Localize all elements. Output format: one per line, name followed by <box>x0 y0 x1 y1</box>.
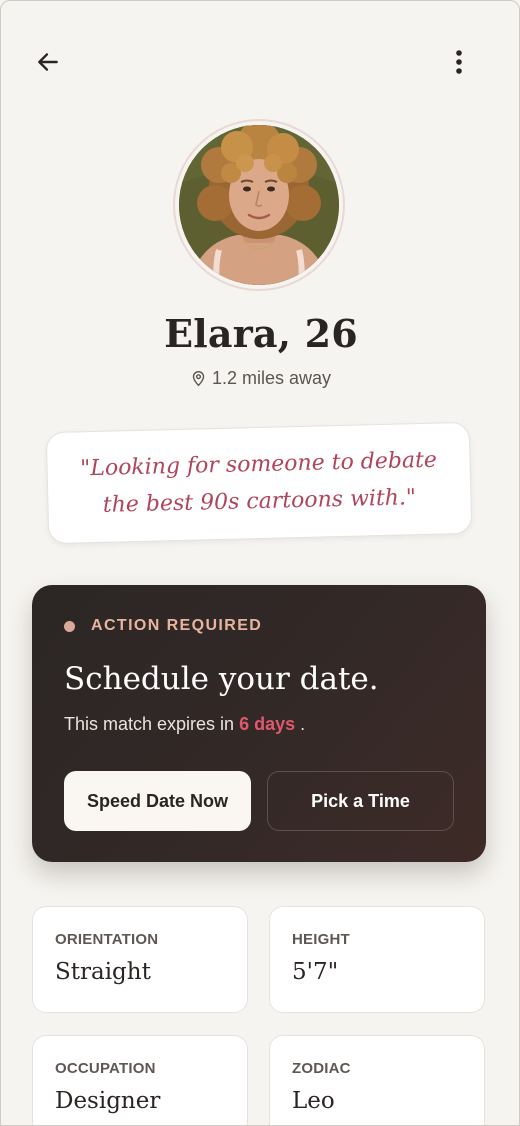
profile-screen: Elara, 26 1.2 miles away "Looking for so… <box>0 0 520 1126</box>
schedule-date-card: ACTION REQUIRED Schedule your date. This… <box>32 585 486 862</box>
expires-suffix: . <box>300 714 306 734</box>
detail-label: ORIENTATION <box>55 931 159 948</box>
more-options-button[interactable] <box>443 45 475 79</box>
action-required-text: ACTION REQUIRED <box>91 617 263 634</box>
expires-days: 6 days <box>239 714 296 734</box>
bio-quote-card: "Looking for someone to debate the best … <box>45 421 473 545</box>
detail-value: Designer <box>55 1088 161 1114</box>
detail-value: Leo <box>292 1088 335 1114</box>
detail-value: Straight <box>55 959 151 985</box>
action-required-label: ACTION REQUIRED <box>64 617 262 635</box>
avatar-ring <box>173 119 345 291</box>
distance-row: 1.2 miles away <box>1 368 519 389</box>
distance-text: 1.2 miles away <box>211 368 332 388</box>
speed-date-now-button[interactable]: Speed Date Now <box>64 771 251 831</box>
back-button[interactable] <box>31 45 65 79</box>
pick-a-time-button[interactable]: Pick a Time <box>267 771 454 831</box>
detail-card-height: HEIGHT 5'7" <box>269 906 485 1013</box>
more-vertical-icon <box>456 50 462 74</box>
avatar[interactable] <box>179 125 339 285</box>
detail-value: 5'7" <box>292 959 339 985</box>
detail-card-occupation: OCCUPATION Designer <box>32 1035 248 1125</box>
expires-text: This match expires in 6 days . <box>64 714 305 735</box>
detail-card-zodiac: ZODIAC Leo <box>269 1035 485 1125</box>
arrow-left-icon <box>38 53 58 71</box>
action-title: Schedule your date. <box>64 661 379 697</box>
detail-label: OCCUPATION <box>55 1060 156 1077</box>
detail-label: ZODIAC <box>292 1060 351 1077</box>
map-pin-icon <box>192 371 205 387</box>
detail-label: HEIGHT <box>292 931 350 948</box>
avatar-photo <box>179 125 339 285</box>
status-dot <box>64 620 75 632</box>
expires-prefix: This match expires in <box>64 714 235 734</box>
profile-name: Elara, 26 <box>164 311 358 356</box>
bio-quote: "Looking for someone to debate the best … <box>79 447 438 518</box>
detail-card-orientation: ORIENTATION Straight <box>32 906 248 1013</box>
